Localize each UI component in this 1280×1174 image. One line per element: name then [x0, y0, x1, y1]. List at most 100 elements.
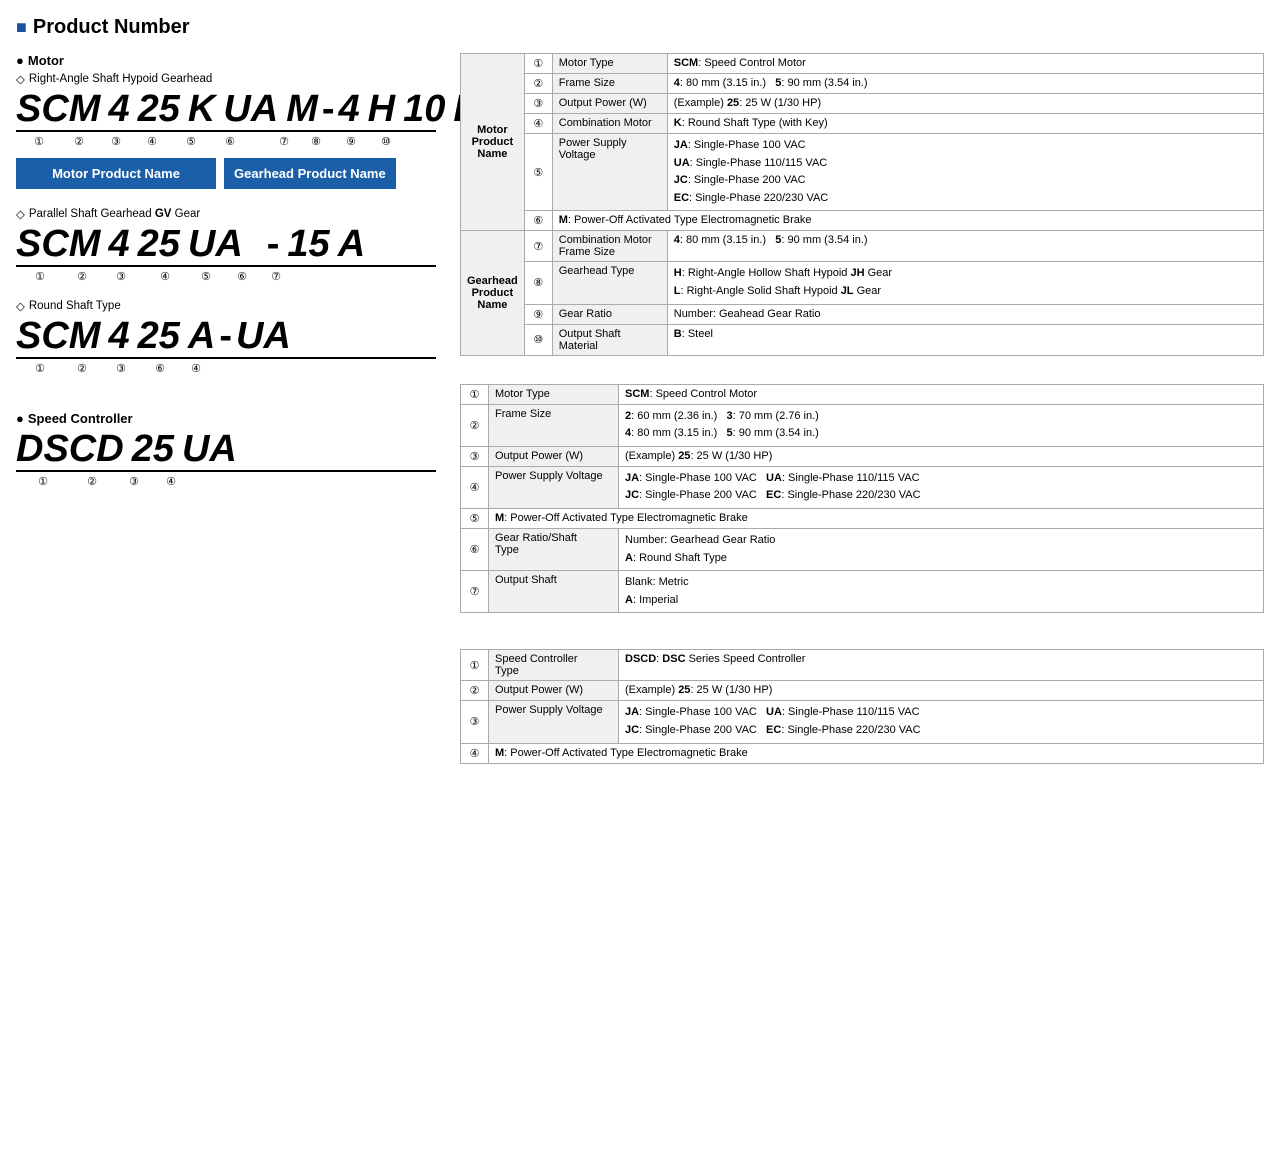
- idx2-1: ①: [16, 270, 64, 283]
- pn-char-h: H: [368, 90, 395, 128]
- label-t2-motor-type: Motor Type: [489, 384, 619, 404]
- table-row: ③ Output Power (W) (Example) 25: 25 W (1…: [461, 94, 1264, 114]
- idx3-3: ③: [100, 362, 142, 375]
- idx-t1-8: ⑧: [524, 262, 552, 304]
- table-row: ⑥ M: Power-Off Activated Type Electromag…: [461, 211, 1264, 231]
- idx-t2-5: ⑤: [461, 508, 489, 528]
- val-t3-output-power: (Example) 25: 25 W (1/30 HP): [619, 681, 1264, 701]
- table-row: ⑤ Power Supply Voltage JA: Single-Phase …: [461, 134, 1264, 211]
- label-output-shaft-mat: Output Shaft Material: [552, 324, 667, 355]
- pn2-a: A: [338, 225, 365, 263]
- val-combo-motor: K: Round Shaft Type (with Key): [667, 114, 1263, 134]
- pn-char-scm: SCM: [16, 90, 100, 128]
- idx-1-2: ②: [62, 135, 96, 148]
- speed-controller-section: ● Speed Controller DSCD 25 UA ① ② ③ ④: [16, 411, 436, 488]
- table-row: ④ Power Supply Voltage JA: Single-Phase …: [461, 466, 1264, 508]
- label-t2-frame-size: Frame Size: [489, 404, 619, 446]
- idx-1-10: ⑩: [370, 135, 402, 148]
- subsection-right-angle: ◇ Right-Angle Shaft Hypoid Gearhead SCM …: [16, 72, 436, 189]
- idx-row-2: ① ② ③ ④ ⑤ ⑥ ⑦: [16, 270, 436, 283]
- table-row: ③ Power Supply Voltage JA: Single-Phase …: [461, 701, 1264, 743]
- idx-t2-4: ④: [461, 466, 489, 508]
- val-frame-size-1: 4: 80 mm (3.15 in.) 5: 90 mm (3.54 in.): [667, 74, 1263, 94]
- motor-bullet-header: ● Motor: [16, 53, 436, 68]
- idx-1-6: ⑥: [214, 135, 246, 148]
- idx2-3: ③: [100, 270, 142, 283]
- val-gear-ratio-1: Number: Geahead Gear Ratio: [667, 304, 1263, 324]
- table-row: ⑦ Output Shaft Blank: Metric A: Imperial: [461, 571, 1264, 613]
- idx-s-4: ④: [154, 475, 188, 488]
- pn-char-10: 10: [403, 90, 445, 128]
- val-motor-type: SCM: Speed Control Motor: [667, 54, 1263, 74]
- idx2-5: ⑤: [188, 270, 224, 283]
- idx-t2-1: ①: [461, 384, 489, 404]
- idx-1-9: ⑨: [332, 135, 370, 148]
- idx3-4: ④: [178, 362, 214, 375]
- idx-t1-2: ②: [524, 74, 552, 94]
- idx-1-7: ⑦: [268, 135, 300, 148]
- diamond-label-1: Right-Angle Shaft Hypoid Gearhead: [29, 73, 212, 85]
- diamond-label-3: Round Shaft Type: [29, 300, 121, 312]
- pn-char-ua: UA: [223, 90, 278, 128]
- val-t3-brake: M: Power-Off Activated Type Electromagne…: [489, 743, 1264, 763]
- idx-t1-10: ⑩: [524, 324, 552, 355]
- val-t2-output-power: (Example) 25: 25 W (1/30 HP): [619, 446, 1264, 466]
- label-gear-ratio-1: Gear Ratio: [552, 304, 667, 324]
- motor-section: ● Motor ◇ Right-Angle Shaft Hypoid Gearh…: [16, 53, 436, 488]
- speed-bullet-label: Speed Controller: [28, 411, 133, 426]
- table-row: ⑥ Gear Ratio/ShaftType Number: Gearhead …: [461, 528, 1264, 570]
- diamond-header-3: ◇ Round Shaft Type: [16, 299, 436, 313]
- subsection-round: ◇ Round Shaft Type SCM 4 25 A - UA ① ② ③…: [16, 299, 436, 375]
- pn2-25: 25: [138, 225, 180, 263]
- idx-t1-9: ⑨: [524, 304, 552, 324]
- table-row: ② Frame Size 4: 80 mm (3.15 in.) 5: 90 m…: [461, 74, 1264, 94]
- label-t3-power-supply: Power Supply Voltage: [489, 701, 619, 743]
- table-row: ① Motor Type SCM: Speed Control Motor: [461, 384, 1264, 404]
- idx2-4: ④: [142, 270, 188, 283]
- idx-t3-3: ③: [461, 701, 489, 743]
- idx2-7: ⑦: [260, 270, 292, 283]
- gearhead-product-name-label: Gearhead Product Name: [224, 158, 396, 189]
- table-3: ① Speed ControllerType DSCD: DSC Series …: [460, 649, 1264, 763]
- val-t2-output-shaft: Blank: Metric A: Imperial: [619, 571, 1264, 613]
- idx-t1-5: ⑤: [524, 134, 552, 211]
- table-1: MotorProductName ① Motor Type SCM: Speed…: [460, 53, 1264, 356]
- val-gearhead-type: H: Right-Angle Hollow Shaft Hypoid JH Ge…: [667, 262, 1263, 304]
- label-combo-motor: Combination Motor: [552, 114, 667, 134]
- pn-row-2: SCM 4 25 UA - 15 A: [16, 225, 436, 267]
- idx-t3-4: ④: [461, 743, 489, 763]
- pn-speed-ua: UA: [182, 430, 237, 468]
- table-row: ⑩ Output Shaft Material B: Steel: [461, 324, 1264, 355]
- pn2-15: 15: [287, 225, 329, 263]
- val-power-supply-1: JA: Single-Phase 100 VAC UA: Single-Phas…: [667, 134, 1263, 211]
- idx-row-1: ① ② ③ ④ ⑤ ⑥ ⑦ ⑧ ⑨ ⑩: [16, 135, 436, 148]
- idx-row-speed: ① ② ③ ④: [16, 475, 436, 488]
- motor-bullet-label: Motor: [28, 53, 64, 68]
- table-row: ③ Output Power (W) (Example) 25: 25 W (1…: [461, 446, 1264, 466]
- idx-t1-4: ④: [524, 114, 552, 134]
- idx-s-2: ②: [70, 475, 114, 488]
- idx3-2: ②: [64, 362, 100, 375]
- idx3-6: ⑥: [142, 362, 178, 375]
- val-t2-frame-size: 2: 60 mm (2.36 in.) 3: 70 mm (2.76 in.) …: [619, 404, 1264, 446]
- label-gearhead-type: Gearhead Type: [552, 262, 667, 304]
- table-row: ① Speed ControllerType DSCD: DSC Series …: [461, 650, 1264, 681]
- page-title: ■ Product Number: [16, 16, 1264, 39]
- pn-speed-25: 25: [132, 430, 174, 468]
- pn-row-speed: DSCD 25 UA: [16, 430, 436, 472]
- pn-row-1: SCM 4 25 K UA M - 4 H 10 B: [16, 90, 436, 132]
- val-t2-gear-ratio: Number: Gearhead Gear Ratio A: Round Sha…: [619, 528, 1264, 570]
- speed-bullet-icon: ●: [16, 411, 24, 426]
- pn-char-4b: 4: [339, 90, 360, 128]
- pn-speed-dscd: DSCD: [16, 430, 124, 468]
- label-combo-frame: Combination MotorFrame Size: [552, 231, 667, 262]
- val-t3-power-supply: JA: Single-Phase 100 VAC UA: Single-Phas…: [619, 701, 1264, 743]
- idx-1-5: ⑤: [168, 135, 214, 148]
- idx-1-3: ③: [96, 135, 136, 148]
- label-t2-power-supply: Power Supply Voltage: [489, 466, 619, 508]
- idx-1-8: ⑧: [300, 135, 332, 148]
- table-2: ① Motor Type SCM: Speed Control Motor ② …: [460, 384, 1264, 614]
- idx-t2-7: ⑦: [461, 571, 489, 613]
- idx-t2-3: ③: [461, 446, 489, 466]
- diamond-header-2: ◇ Parallel Shaft Gearhead GV Gear: [16, 207, 436, 221]
